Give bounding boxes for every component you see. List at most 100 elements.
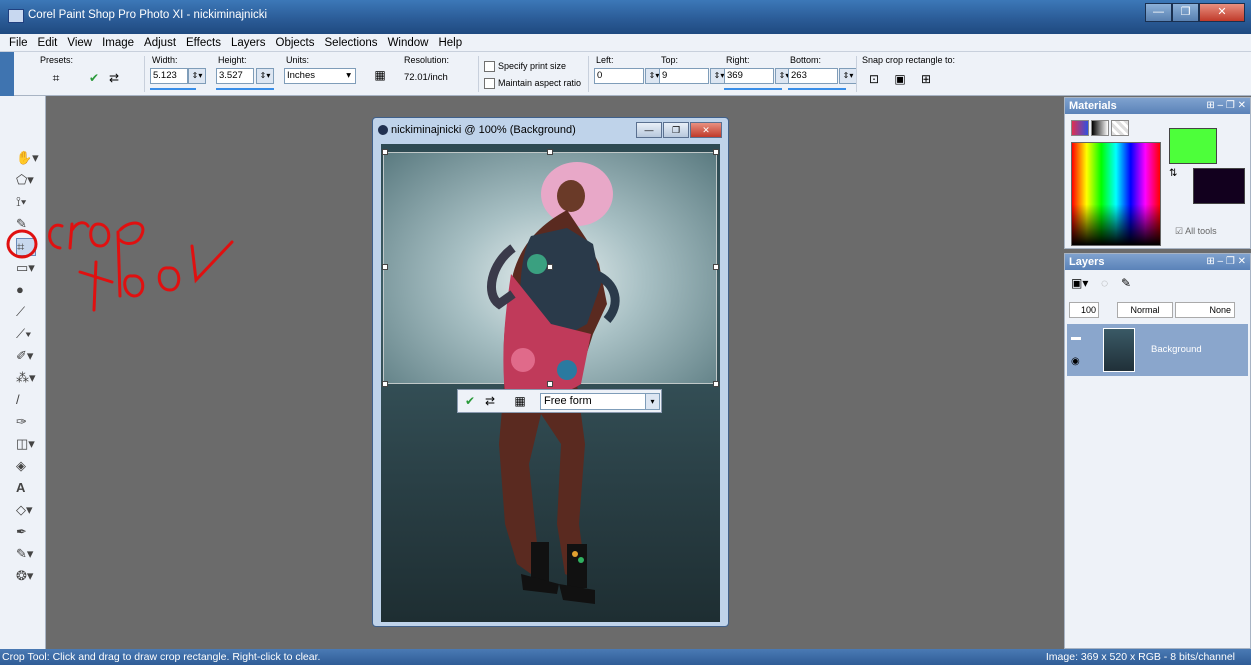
minimize-button[interactable]: —	[1145, 3, 1172, 22]
bottom-field[interactable]: 263	[788, 68, 838, 84]
opacity-field[interactable]: 100	[1069, 302, 1099, 318]
crop-handle-center[interactable]	[547, 264, 553, 270]
crop-handle-s[interactable]	[547, 381, 553, 387]
swatches-tab-icon[interactable]	[1111, 120, 1129, 136]
height-field[interactable]: 3.527	[216, 68, 254, 84]
menu-image[interactable]: Image	[102, 37, 134, 49]
chevron-down-icon: ▾	[645, 394, 659, 409]
delete-layer-icon[interactable]: ◌	[1101, 276, 1108, 290]
all-tools-checkbox[interactable]: ☑ All tools	[1175, 226, 1217, 237]
palette-grip[interactable]	[0, 52, 14, 96]
menu-bar: File Edit View Image Adjust Effects Laye…	[0, 34, 1251, 52]
mask-select[interactable]: None	[1175, 302, 1235, 318]
all-tools-label: All tools	[1185, 226, 1217, 236]
paint-brush-icon[interactable]: ✐▾	[16, 348, 42, 366]
flood-fill-icon[interactable]: ◈	[16, 458, 42, 476]
left-label: Left:	[596, 55, 614, 65]
crop-resolution-icon[interactable]: ▦	[512, 393, 528, 409]
crop-handle-ne[interactable]	[713, 149, 719, 155]
menu-help[interactable]: Help	[438, 37, 462, 49]
menu-layers[interactable]: Layers	[231, 37, 266, 49]
crop-handle-w[interactable]	[382, 264, 388, 270]
foreground-swatch[interactable]	[1169, 128, 1217, 164]
materials-title: Materials	[1069, 100, 1117, 112]
height-label: Height:	[218, 55, 247, 65]
dodge-tool-icon[interactable]: ✑	[16, 414, 42, 432]
frame-tab-icon[interactable]	[1071, 120, 1089, 136]
airbrush-icon[interactable]: ⁂▾	[16, 370, 42, 388]
materials-palette: Materials ⊞ – ❐ ✕ ⇅ ☑ All tools	[1064, 97, 1251, 249]
crop-handle-n[interactable]	[547, 149, 553, 155]
snap-selection-icon[interactable]: ⊞	[918, 71, 934, 87]
blend-mode-select[interactable]: Normal	[1117, 302, 1173, 318]
maintain-aspect-label: Maintain aspect ratio	[498, 78, 582, 88]
menu-view[interactable]: View	[67, 37, 92, 49]
doc-close-button[interactable]: ✕	[690, 122, 722, 138]
snap-layer-icon[interactable]: ▣	[892, 71, 908, 87]
menu-file[interactable]: File	[9, 37, 28, 49]
color-spectrum[interactable]	[1071, 142, 1161, 246]
background-swatch[interactable]	[1193, 168, 1245, 204]
text-tool-icon[interactable]: A	[16, 480, 42, 498]
maximize-button[interactable]: ❐	[1172, 3, 1199, 22]
menu-adjust[interactable]: Adjust	[144, 37, 176, 49]
menu-objects[interactable]: Objects	[276, 37, 315, 49]
crop-preset-icon[interactable]: ⌗	[48, 70, 64, 86]
layer-group-icon: ▬	[1071, 332, 1081, 343]
maintain-aspect-checkbox[interactable]	[484, 78, 495, 89]
warp-brush-icon[interactable]: ✎▾	[16, 546, 42, 564]
apply-check-icon[interactable]: ✔	[86, 70, 102, 86]
preset-shape-icon[interactable]: ◇▾	[16, 502, 42, 520]
doc-restore-button[interactable]: ❐	[663, 122, 689, 138]
units-select[interactable]: Inches ▾	[284, 68, 356, 84]
crop-mode-select[interactable]: Free form ▾	[540, 393, 660, 410]
eraser-tool-icon[interactable]: ◫▾	[16, 436, 42, 454]
crop-rotate-icon[interactable]: ⇄	[482, 393, 498, 409]
width-spinner[interactable]: ⇕▾	[188, 68, 206, 84]
rainbow-tab-icon[interactable]	[1091, 120, 1109, 136]
crop-handle-se[interactable]	[713, 381, 719, 387]
new-layer-icon[interactable]: ▣▾	[1071, 276, 1088, 290]
top-field[interactable]: 9	[659, 68, 709, 84]
menu-selections[interactable]: Selections	[325, 37, 378, 49]
layer-row-background[interactable]: ▬ ◉ Background	[1067, 324, 1248, 376]
layer-thumbnail	[1103, 328, 1135, 372]
status-hint: Crop Tool: Click and drag to draw crop r…	[2, 651, 321, 663]
units-label: Units:	[286, 55, 310, 65]
crop-tool-annotation	[6, 221, 234, 312]
bottom-spinner[interactable]: ⇕▾	[839, 68, 857, 84]
picture-tube-icon[interactable]: ❂▾	[16, 568, 42, 586]
lighten-darken-icon[interactable]: /	[16, 392, 42, 410]
left-field[interactable]: 0	[594, 68, 644, 84]
status-bar: Crop Tool: Click and drag to draw crop r…	[0, 649, 1251, 665]
snap-canvas-icon[interactable]: ⊡	[866, 71, 882, 87]
specify-print-size-checkbox[interactable]	[484, 61, 495, 72]
menu-edit[interactable]: Edit	[38, 37, 58, 49]
specify-print-size-label: Specify print size	[498, 61, 567, 71]
pen-tool-icon[interactable]: ✒	[16, 524, 42, 542]
menu-effects[interactable]: Effects	[186, 37, 221, 49]
crop-handle-e[interactable]	[713, 264, 719, 270]
layer-name: Background	[1151, 344, 1202, 355]
layers-title: Layers	[1069, 256, 1105, 268]
document-title: nickiminajnicki @ 100% (Background)	[391, 124, 576, 136]
right-field[interactable]: 369	[724, 68, 774, 84]
swap-colors-icon[interactable]: ⇅	[1169, 168, 1177, 179]
width-field[interactable]: 5.123	[150, 68, 188, 84]
palette-controls[interactable]: ⊞ – ❐ ✕	[1206, 98, 1246, 114]
rotate-swap-icon[interactable]: ⇄	[106, 70, 122, 86]
crop-apply-icon[interactable]: ✔	[462, 393, 478, 409]
visibility-eye-icon[interactable]: ◉	[1071, 356, 1080, 367]
height-spinner[interactable]: ⇕▾	[256, 68, 274, 84]
crop-handle-sw[interactable]	[382, 381, 388, 387]
width-label: Width:	[152, 55, 178, 65]
image-canvas[interactable]: ✔ ⇄ ▦ Free form ▾	[381, 144, 720, 622]
crop-handle-nw[interactable]	[382, 149, 388, 155]
layers-palette-controls[interactable]: ⊞ – ❐ ✕	[1206, 254, 1246, 270]
doc-minimize-button[interactable]: —	[636, 122, 662, 138]
menu-window[interactable]: Window	[388, 37, 429, 49]
resolution-label: Resolution:	[404, 55, 450, 65]
layer-properties-icon[interactable]: ✎	[1121, 276, 1131, 290]
document-icon	[378, 125, 388, 135]
close-button[interactable]: ✕	[1199, 3, 1245, 22]
